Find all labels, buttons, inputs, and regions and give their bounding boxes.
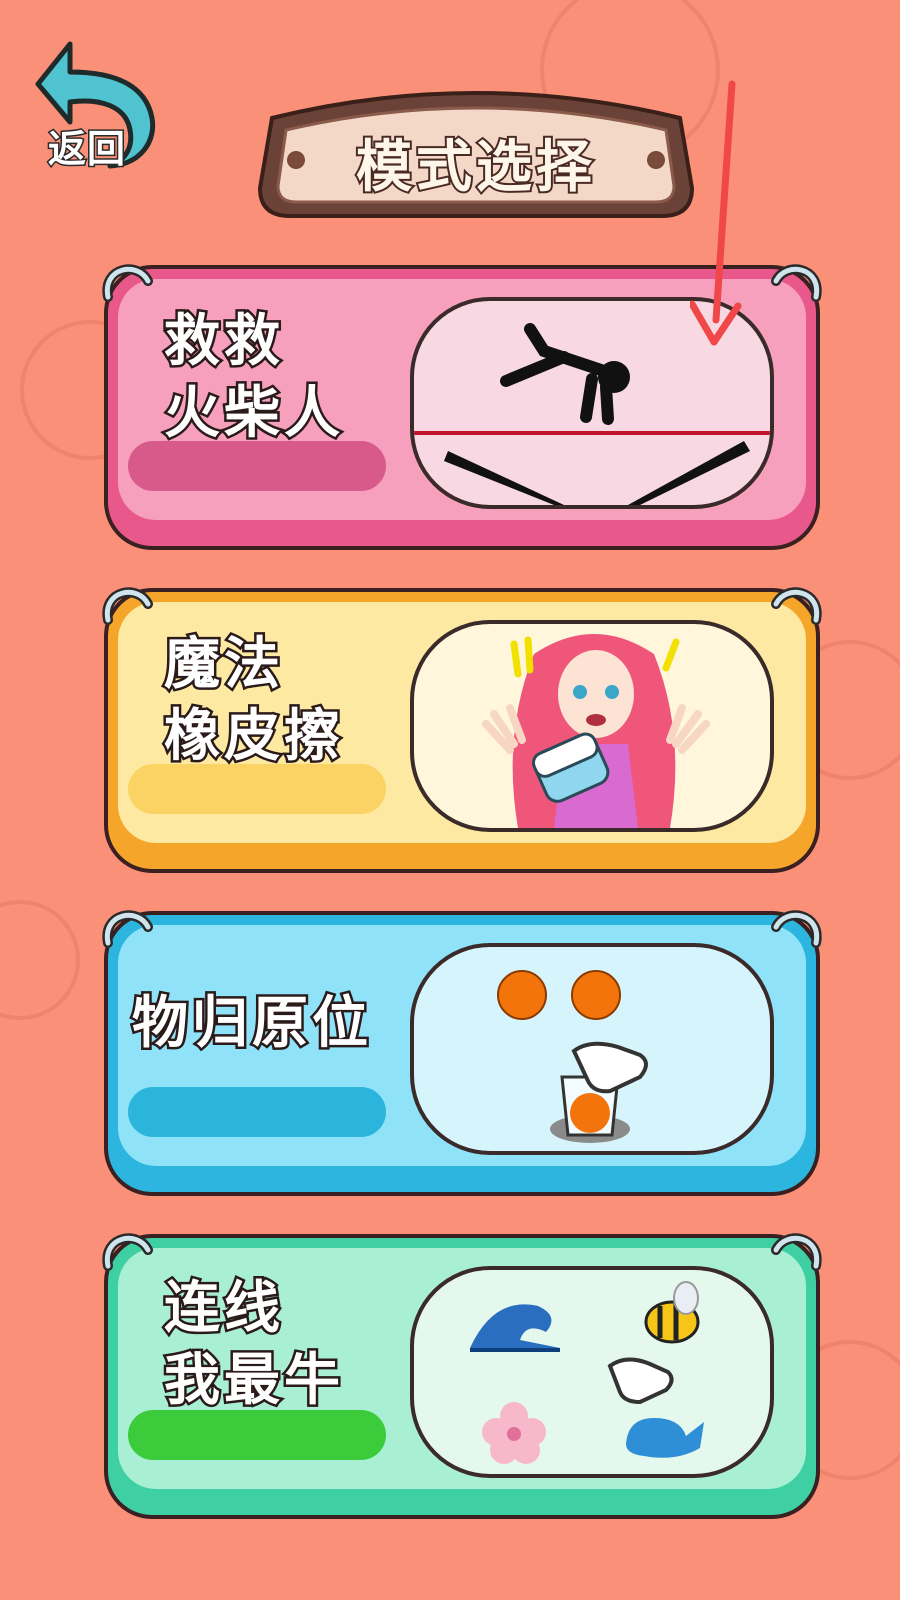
- mode-label-line2: 火柴人: [162, 379, 344, 449]
- ring-hook-icon: [771, 1233, 822, 1271]
- bg-tomato-doodle: [0, 900, 80, 1020]
- ring-hook-icon: [102, 264, 153, 302]
- mode-label-line1: 连线: [162, 1274, 284, 1344]
- ring-hook-icon: [771, 264, 822, 302]
- oranges-cup-hand-icon: [410, 943, 774, 1155]
- wave-bee-flower-whale-icon: [410, 1266, 774, 1478]
- ring-hook-icon: [102, 587, 153, 625]
- mode-card-return-items[interactable]: 物归原位: [102, 910, 822, 1196]
- mode-label-line1: 魔法: [162, 630, 284, 700]
- title-plaque: 模式选择: [252, 78, 700, 223]
- mode-card-connect-lines[interactable]: 连线 我最牛: [102, 1233, 822, 1519]
- ring-hook-icon: [102, 1233, 153, 1271]
- mode-label-line2: 橡皮擦: [162, 702, 344, 772]
- ring-hook-icon: [771, 910, 822, 948]
- back-label: 返回: [46, 126, 127, 173]
- mode-label-line1: 救救: [162, 307, 284, 377]
- ring-hook-icon: [102, 910, 153, 948]
- mode-label-line2: 我最牛: [162, 1346, 344, 1416]
- back-button[interactable]: 返回: [30, 36, 165, 173]
- ring-hook-icon: [771, 587, 822, 625]
- girl-with-eraser-icon: [410, 620, 774, 832]
- mode-label: 物归原位: [130, 989, 372, 1059]
- page-title: 模式选择: [354, 133, 596, 202]
- card-bar: [128, 1087, 386, 1137]
- mode-card-magic-eraser[interactable]: 魔法 橡皮擦: [102, 587, 822, 873]
- red-annotation-arrow-icon: [690, 80, 742, 346]
